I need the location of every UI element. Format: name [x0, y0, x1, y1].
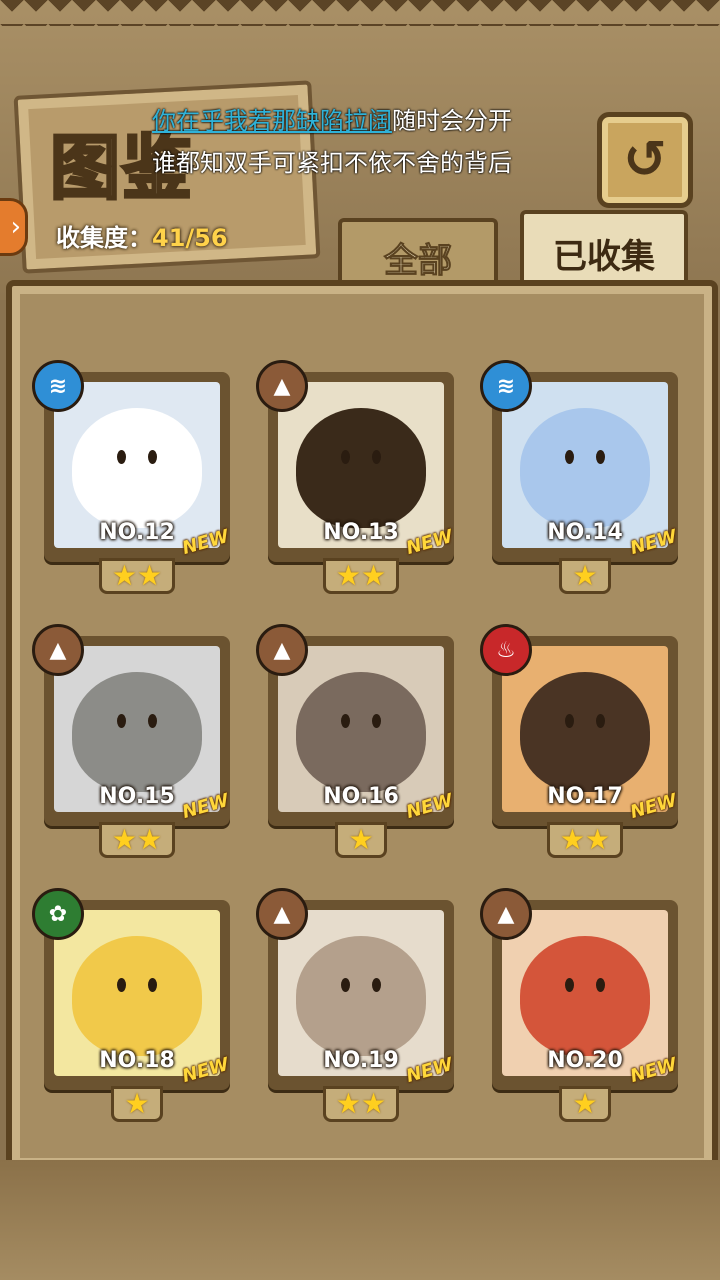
monster-face [557, 706, 613, 746]
monster-face [557, 442, 613, 482]
star-rating: ★★ [268, 1086, 454, 1122]
monster-face [109, 706, 165, 746]
collection-label: 收集度： [56, 224, 152, 252]
star-rating: ★ [492, 558, 678, 594]
lyric-line-1: 你在乎我若那缺陷拉阔随时会分开 [152, 106, 512, 136]
stars-icon: ★★ [559, 823, 611, 856]
side-expand-button[interactable]: › [0, 198, 28, 256]
back-icon: ↺ [623, 130, 667, 190]
star-rating: ★ [268, 822, 454, 858]
star-plate: ★★ [322, 558, 400, 594]
monster-card[interactable]: NO.12 NEW ★★ ≋ [32, 360, 231, 594]
monster-card[interactable]: NO.16 NEW ★ ▲ [256, 624, 455, 858]
chevron-right-icon: › [10, 212, 21, 242]
stars-icon: ★ [124, 1087, 150, 1120]
lyric-rest: 随时会分开 [392, 107, 512, 135]
star-plate: ★ [111, 1086, 163, 1122]
monster-face [109, 442, 165, 482]
water-icon: ≋ [480, 360, 532, 412]
earth-icon: ▲ [256, 624, 308, 676]
monster-card[interactable]: NO.15 NEW ★★ ▲ [32, 624, 231, 858]
monster-face [333, 442, 389, 482]
star-rating: ★★ [268, 558, 454, 594]
monster-card[interactable]: NO.14 NEW ★ ≋ [480, 360, 679, 594]
stars-icon: ★★ [111, 823, 163, 856]
water-icon: ≋ [32, 360, 84, 412]
earth-icon: ▲ [32, 624, 84, 676]
stars-icon: ★★ [335, 1087, 387, 1120]
monster-card[interactable]: NO.18 NEW ★ ✿ [32, 888, 231, 1122]
monster-card[interactable]: NO.19 NEW ★★ ▲ [256, 888, 455, 1122]
star-plate: ★ [559, 1086, 611, 1122]
star-plate: ★ [335, 822, 387, 858]
earth-icon: ▲ [256, 888, 308, 940]
monster-card[interactable]: NO.20 NEW ★ ▲ [480, 888, 679, 1122]
fire-icon: ♨ [480, 624, 532, 676]
monster-face [333, 970, 389, 1010]
star-rating: ★ [492, 1086, 678, 1122]
monster-face [557, 970, 613, 1010]
collection-value: 41/56 [152, 224, 228, 252]
wood-icon: ✿ [32, 888, 84, 940]
monster-card[interactable]: NO.13 NEW ★★ ▲ [256, 360, 455, 594]
top-border [0, 0, 720, 26]
bottom-bar [0, 1160, 720, 1280]
stars-icon: ★ [348, 823, 374, 856]
stars-icon: ★ [572, 559, 598, 592]
stars-icon: ★★ [335, 559, 387, 592]
star-rating: ★★ [492, 822, 678, 858]
star-rating: ★ [44, 1086, 230, 1122]
earth-icon: ▲ [480, 888, 532, 940]
collection-progress: 收集度：41/56 [56, 218, 228, 253]
star-plate: ★ [559, 558, 611, 594]
star-plate: ★★ [98, 558, 176, 594]
star-rating: ★★ [44, 822, 230, 858]
lyric-highlight: 你在乎我若那缺陷拉阔 [152, 107, 392, 135]
monster-face [109, 970, 165, 1010]
star-plate: ★★ [98, 822, 176, 858]
stars-icon: ★ [572, 1087, 598, 1120]
star-plate: ★★ [322, 1086, 400, 1122]
star-rating: ★★ [44, 558, 230, 594]
earth-icon: ▲ [256, 360, 308, 412]
back-button[interactable]: ↺ [597, 112, 693, 208]
lyric-line-2: 谁都知双手可紧扣不依不舍的背后 [152, 149, 512, 177]
stars-icon: ★★ [111, 559, 163, 592]
star-plate: ★★ [546, 822, 624, 858]
monster-card[interactable]: NO.17 NEW ★★ ♨ [480, 624, 679, 858]
monster-face [333, 706, 389, 746]
